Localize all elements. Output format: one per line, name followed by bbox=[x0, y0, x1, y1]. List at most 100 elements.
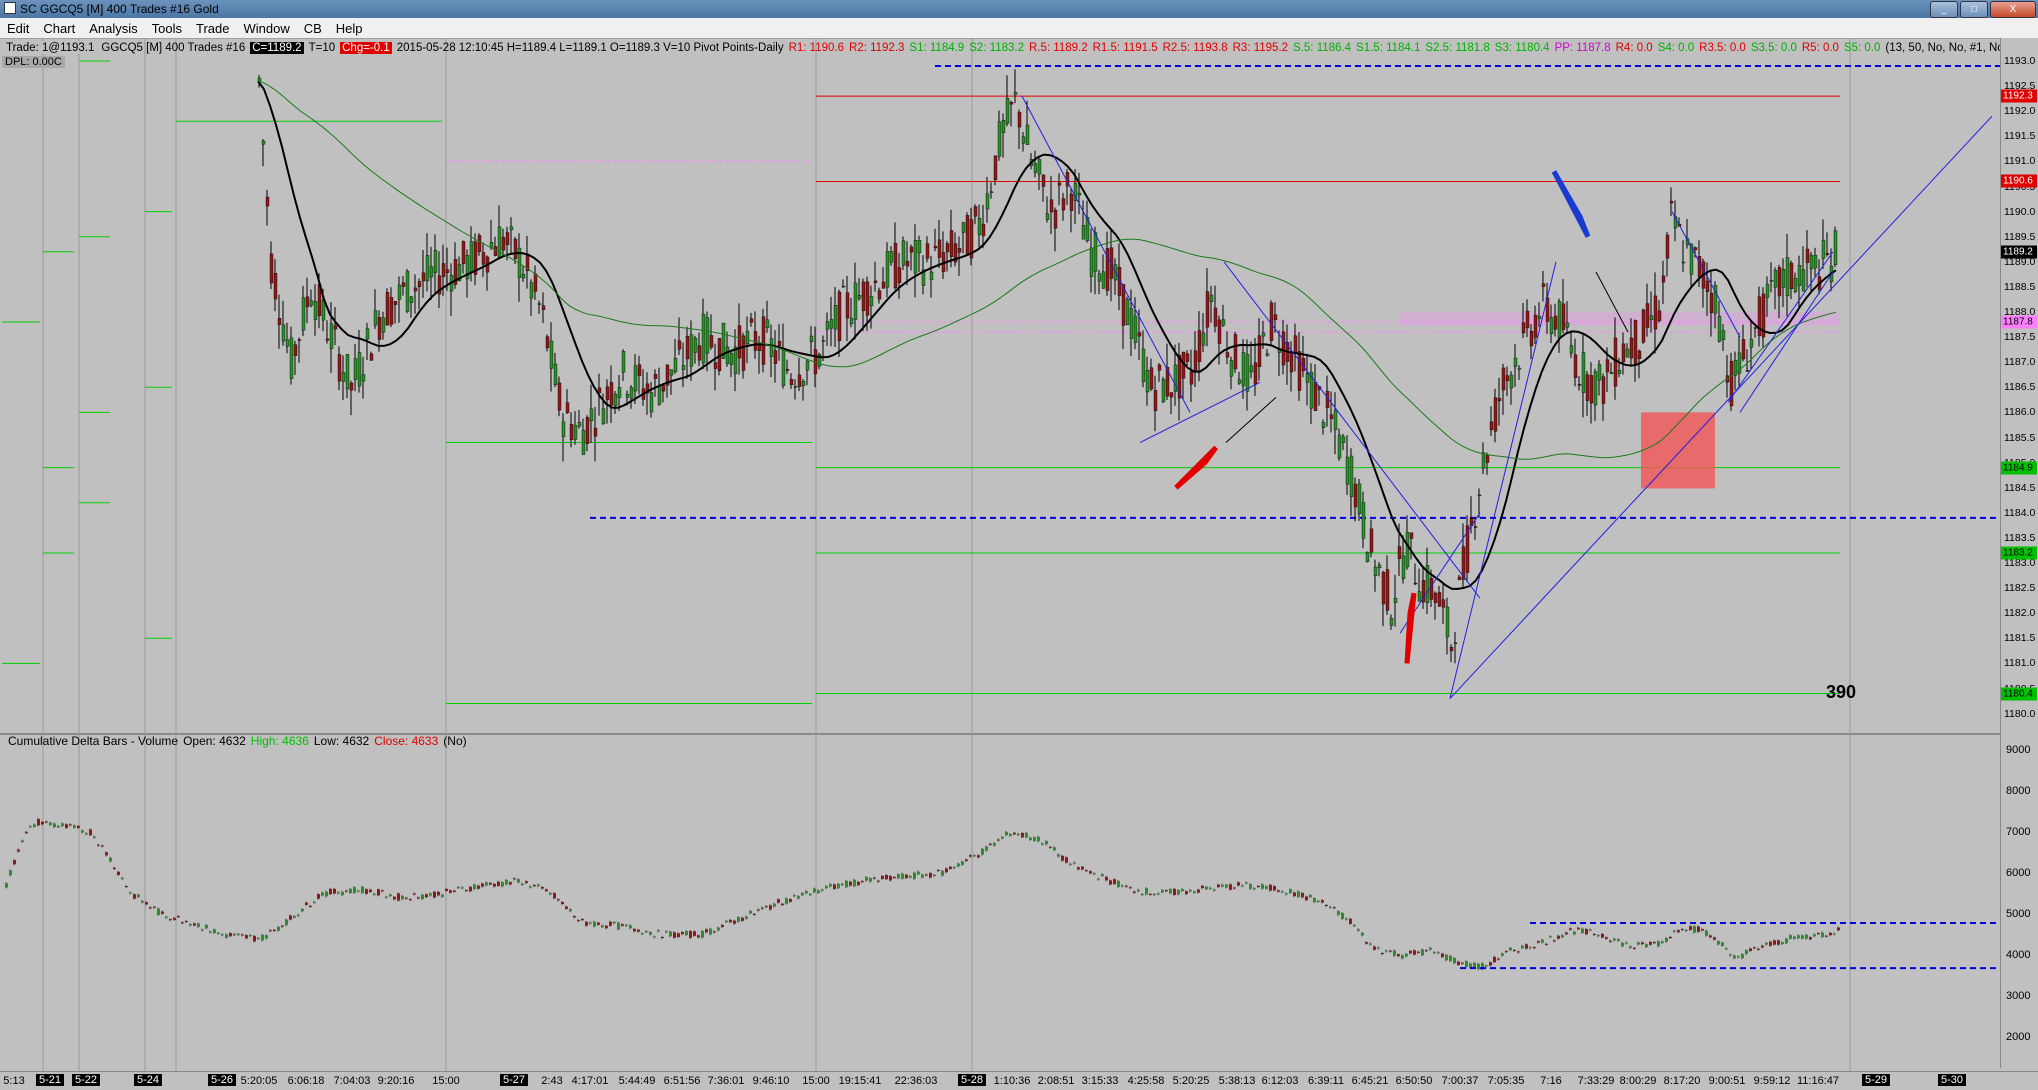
delta-bar bbox=[1541, 939, 1544, 943]
delta-bar bbox=[633, 928, 636, 932]
delta-bar bbox=[29, 826, 32, 828]
delta-bar bbox=[869, 878, 872, 882]
delta-bar bbox=[1157, 893, 1160, 895]
menu-chart[interactable]: Chart bbox=[36, 21, 82, 36]
candle-body bbox=[1541, 283, 1546, 287]
delta-bar bbox=[125, 886, 128, 888]
price-tick-label: 1181.5 bbox=[2004, 632, 2036, 645]
time-tick-label: 5-29 bbox=[1861, 1074, 1891, 1086]
delta-bar bbox=[1265, 886, 1268, 889]
candle-body bbox=[621, 351, 626, 373]
delta-bar bbox=[1661, 941, 1664, 943]
candle-body bbox=[1153, 390, 1158, 412]
price-tick-label: 1191.5 bbox=[2004, 130, 2036, 143]
candle-body bbox=[673, 357, 678, 372]
minimize-button[interactable]: _ bbox=[1930, 1, 1958, 18]
candle-body bbox=[1529, 331, 1534, 347]
delta-bar bbox=[61, 823, 64, 827]
time-tick-label: 6:51:56 bbox=[663, 1075, 701, 1087]
delta-bar bbox=[1073, 862, 1076, 864]
delta-bar bbox=[261, 934, 264, 941]
delta-bar bbox=[765, 906, 768, 908]
candle-body bbox=[1705, 280, 1710, 292]
candle-body bbox=[1805, 248, 1810, 263]
delta-bar bbox=[681, 932, 684, 935]
delta-bar bbox=[1529, 947, 1532, 949]
menu-window[interactable]: Window bbox=[236, 21, 296, 36]
candle-body bbox=[1345, 456, 1350, 485]
delta-bar bbox=[1825, 935, 1828, 937]
maximize-button[interactable]: □ bbox=[1960, 1, 1988, 18]
time-tick-label: 19:15:41 bbox=[838, 1075, 882, 1087]
candle-body bbox=[1089, 247, 1094, 277]
candle-body bbox=[897, 267, 902, 284]
candle-body bbox=[1641, 309, 1646, 343]
candle-body bbox=[385, 292, 390, 326]
delta-bar bbox=[249, 935, 252, 937]
candle-body bbox=[413, 287, 418, 292]
delta-bar bbox=[433, 891, 436, 898]
menu-tools[interactable]: Tools bbox=[145, 21, 189, 36]
delta-bar bbox=[1297, 891, 1300, 897]
time-tick-label: 1:10:36 bbox=[993, 1075, 1031, 1087]
candle-body bbox=[1741, 339, 1746, 360]
trend-line bbox=[1021, 95, 1191, 413]
delta-bar bbox=[205, 924, 208, 929]
pivot-value: S3.5: 0.0 bbox=[1750, 41, 1797, 54]
candle-body bbox=[681, 365, 686, 370]
delta-bar bbox=[761, 907, 764, 910]
close-button[interactable]: X bbox=[1990, 1, 2036, 18]
price-chart[interactable] bbox=[0, 38, 2000, 1071]
delta-bar bbox=[1781, 942, 1784, 945]
delta-bar bbox=[1085, 870, 1088, 872]
candle-body bbox=[753, 331, 758, 351]
delta-bar bbox=[1225, 884, 1228, 888]
delta-bar bbox=[733, 920, 736, 924]
delta-bar bbox=[1269, 884, 1272, 891]
candle-body bbox=[461, 241, 466, 264]
candle-body bbox=[981, 223, 986, 237]
delta-bar bbox=[613, 922, 616, 924]
candle-body bbox=[1385, 569, 1390, 611]
time-tick-label: 6:45:21 bbox=[1351, 1075, 1389, 1087]
delta-bar bbox=[493, 883, 496, 887]
delta-bar bbox=[457, 886, 460, 888]
candle-body bbox=[865, 281, 870, 316]
delta-bar bbox=[1277, 890, 1280, 892]
study-close: Close: 4633 bbox=[374, 734, 439, 748]
delta-bar bbox=[1729, 954, 1732, 956]
candle-body bbox=[1053, 209, 1058, 229]
menu-help[interactable]: Help bbox=[329, 21, 370, 36]
delta-bar bbox=[181, 922, 184, 924]
candle-body bbox=[1361, 502, 1366, 539]
delta-bar bbox=[293, 915, 296, 918]
delta-bar bbox=[1353, 925, 1356, 927]
menu-edit[interactable]: Edit bbox=[0, 21, 36, 36]
delta-bar bbox=[545, 889, 548, 892]
menu-trade[interactable]: Trade bbox=[189, 21, 236, 36]
time-axis[interactable]: 5:13 5-21 5-22 5-24 5-26 5:20:05 6:06:18 7:04:0… bbox=[0, 1071, 2038, 1090]
delta-bar bbox=[621, 924, 624, 926]
candle-body bbox=[1381, 572, 1386, 605]
delta-bar bbox=[281, 925, 284, 927]
delta-bar bbox=[425, 894, 428, 898]
delta-bar bbox=[677, 933, 680, 937]
candle-body bbox=[653, 374, 658, 379]
candle-body bbox=[521, 274, 526, 279]
price-tick-label: 1183.5 bbox=[2004, 531, 2036, 544]
candle-body bbox=[885, 250, 890, 288]
candle-body bbox=[585, 417, 590, 444]
delta-bar bbox=[1169, 889, 1172, 894]
delta-bar bbox=[429, 893, 432, 896]
delta-bar bbox=[97, 844, 100, 846]
candle-body bbox=[397, 284, 402, 300]
pivot-value: R2: 1192.3 bbox=[849, 41, 905, 54]
delta-bar bbox=[233, 933, 236, 936]
menu-cb[interactable]: CB bbox=[297, 21, 329, 36]
candle-body bbox=[1213, 307, 1218, 327]
candle-body bbox=[301, 297, 306, 331]
menu-analysis[interactable]: Analysis bbox=[82, 21, 144, 36]
delta-bar bbox=[1241, 885, 1244, 887]
candle-body bbox=[1577, 384, 1582, 386]
candle-body bbox=[1509, 374, 1514, 389]
